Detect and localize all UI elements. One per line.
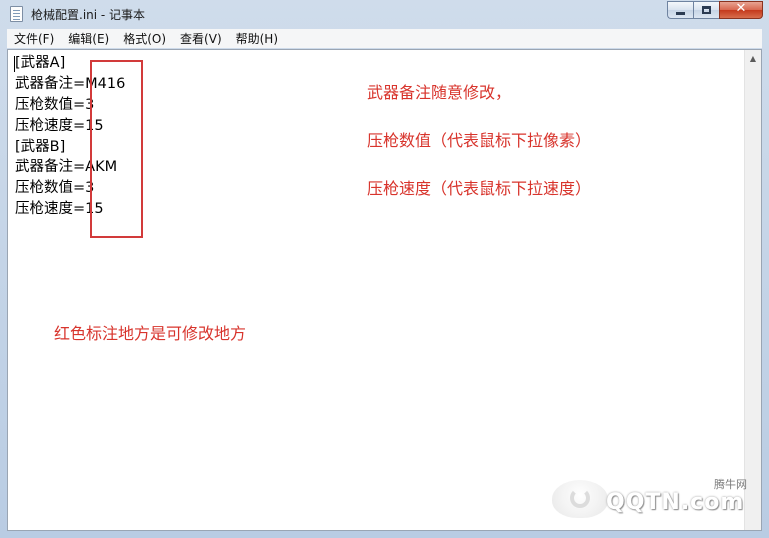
window-title: 枪械配置.ini - 记事本 — [31, 8, 146, 22]
menu-bar: 文件(F) 编辑(E) 格式(O) 查看(V) 帮助(H) — [7, 29, 762, 48]
minimize-button[interactable] — [667, 1, 693, 19]
maximize-icon — [702, 6, 711, 14]
text-editor[interactable]: [武器A] 武器备注=M416 压枪数值=3 压枪速度=15 [武器B] 武器备… — [7, 49, 762, 531]
vertical-scrollbar[interactable]: ▲ — [744, 50, 761, 530]
annotation-recoil-speed: 压枪速度（代表鼠标下拉速度） — [367, 179, 592, 198]
annotation-recoil-value: 压枪数值（代表鼠标下拉像素） — [367, 131, 592, 150]
annotation-editable-hint: 红色标注地方是可修改地方 — [54, 324, 247, 343]
watermark-brand: QQTN.com — [606, 490, 745, 515]
notepad-window: 枪械配置.ini - 记事本 ✕ 文件(F) 编辑(E) 格式(O) 查看(V)… — [0, 0, 769, 538]
menu-file[interactable]: 文件(F) — [7, 30, 61, 47]
notepad-icon — [10, 6, 23, 22]
maximize-button[interactable] — [693, 1, 719, 19]
watermark-site: 腾牛网 — [714, 478, 747, 491]
watermark: QQTN.com 腾牛网 — [552, 476, 747, 524]
menu-view[interactable]: 查看(V) — [173, 30, 229, 47]
annotation-weapon-note: 武器备注随意修改， — [367, 83, 512, 102]
close-icon: ✕ — [735, 1, 747, 16]
caption-buttons: ✕ — [667, 1, 763, 20]
menu-edit[interactable]: 编辑(E) — [61, 30, 116, 47]
qqtn-logo-icon — [552, 480, 608, 518]
editable-values-highlight — [90, 60, 143, 238]
close-button[interactable]: ✕ — [719, 1, 763, 19]
menu-help[interactable]: 帮助(H) — [229, 30, 285, 47]
title-bar[interactable]: 枪械配置.ini - 记事本 ✕ — [0, 0, 769, 28]
scroll-up-arrow-icon[interactable]: ▲ — [745, 50, 761, 67]
menu-format[interactable]: 格式(O) — [116, 30, 173, 47]
minimize-icon — [676, 12, 685, 15]
